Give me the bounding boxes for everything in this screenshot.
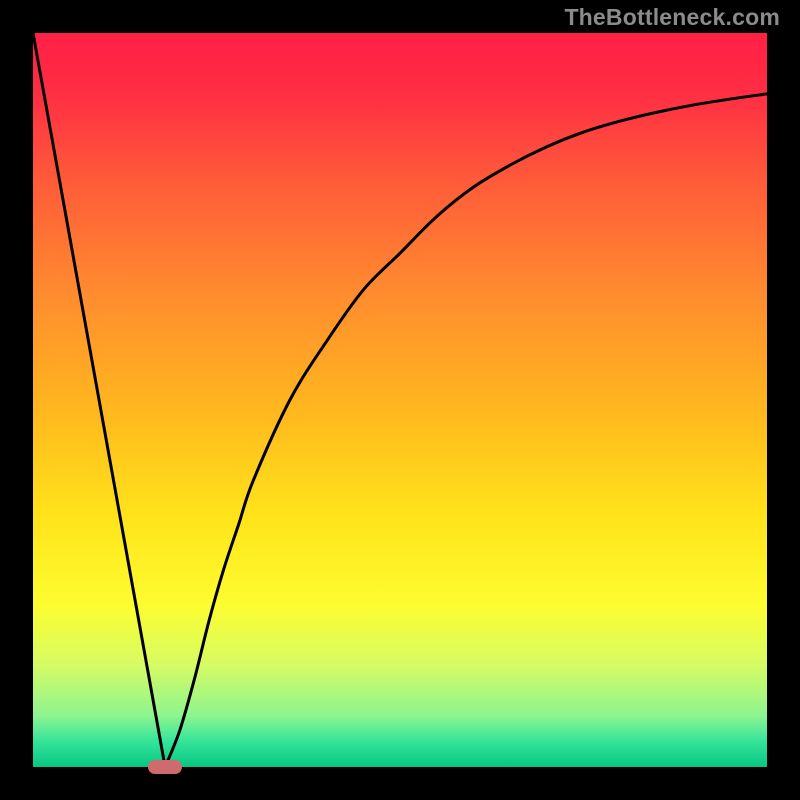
plot-background <box>33 33 767 767</box>
highlight-marker <box>148 760 182 774</box>
chart-plot <box>33 33 767 767</box>
watermark-text: TheBottleneck.com <box>564 4 780 31</box>
chart-frame: TheBottleneck.com <box>0 0 800 800</box>
